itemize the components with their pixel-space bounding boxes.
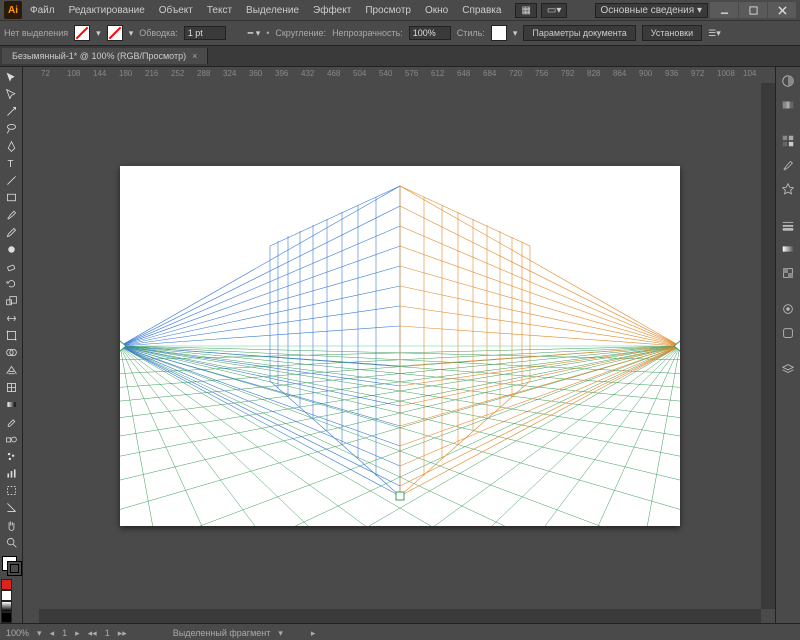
stroke-swatch[interactable] (107, 25, 123, 41)
gradient-panel-icon[interactable] (778, 239, 798, 259)
options-bar: Нет выделения ▾ ▾ Обводка: ━ ▾ • Скругле… (0, 20, 800, 46)
app-logo: Ai (4, 1, 22, 19)
vertical-scrollbar[interactable] (761, 83, 775, 609)
menubar: Ai Файл Редактирование Объект Текст Выде… (0, 0, 800, 20)
appearance-panel-icon[interactable] (778, 299, 798, 319)
arrange-icon[interactable]: ▭▾ (541, 3, 567, 18)
panel-dock (775, 67, 800, 623)
fill-swatch[interactable] (74, 25, 90, 41)
type-tool[interactable]: T (1, 155, 21, 171)
menu-window[interactable]: Окно (419, 3, 454, 18)
zoom-tool[interactable] (1, 534, 21, 550)
corner-label: Скругление: (275, 28, 326, 38)
rectangle-tool[interactable] (1, 190, 21, 206)
style-swatch[interactable] (491, 25, 507, 41)
svg-text:T: T (7, 159, 13, 170)
horizontal-scrollbar[interactable] (39, 609, 761, 623)
menu-file[interactable]: Файл (24, 3, 61, 18)
bridge-icon[interactable]: ▦ (515, 3, 536, 18)
document-tab-title: Безымянный-1* @ 100% (RGB/Просмотр) (12, 51, 186, 61)
pen-tool[interactable] (1, 138, 21, 154)
lasso-tool[interactable] (1, 121, 21, 137)
color-guide-panel-icon[interactable] (778, 95, 798, 115)
fill-stroke-control[interactable] (1, 555, 21, 577)
selection-tool[interactable] (1, 69, 21, 85)
artboard-tool[interactable] (1, 483, 21, 499)
menu-edit[interactable]: Редактирование (63, 3, 151, 18)
free-transform-tool[interactable] (1, 328, 21, 344)
stroke-label: Обводка: (139, 28, 178, 38)
menu-view[interactable]: Просмотр (359, 3, 417, 18)
zoom-level[interactable]: 100% (6, 628, 29, 638)
perspective-grid-tool[interactable] (1, 362, 21, 378)
vertical-ruler[interactable] (23, 83, 40, 609)
close-button[interactable] (768, 2, 796, 18)
slice-tool[interactable] (1, 500, 21, 516)
color-mode-toggles[interactable] (1, 579, 21, 623)
document-settings-button[interactable]: Параметры документа (523, 25, 635, 41)
column-graph-tool[interactable] (1, 465, 21, 481)
rotate-tool[interactable] (1, 276, 21, 292)
opacity-label: Непрозрачность: (332, 28, 403, 38)
artboard-nav-total: 1 (105, 628, 110, 638)
menu-text[interactable]: Текст (201, 3, 238, 18)
pencil-tool[interactable] (1, 224, 21, 240)
artboard-nav-current[interactable]: 1 (62, 628, 67, 638)
paintbrush-tool[interactable] (1, 207, 21, 223)
menu-object[interactable]: Объект (153, 3, 199, 18)
menu-select[interactable]: Выделение (240, 3, 305, 18)
canvas-stage[interactable] (39, 83, 761, 609)
blob-brush-tool[interactable] (1, 241, 21, 257)
magic-wand-tool[interactable] (1, 103, 21, 119)
toolbox: T (0, 67, 23, 623)
width-tool[interactable] (1, 310, 21, 326)
symbols-panel-icon[interactable] (778, 179, 798, 199)
brushes-panel-icon[interactable] (778, 155, 798, 175)
maximize-button[interactable] (739, 2, 767, 18)
shape-builder-tool[interactable] (1, 345, 21, 361)
graphic-styles-panel-icon[interactable] (778, 323, 798, 343)
scale-tool[interactable] (1, 293, 21, 309)
eyedropper-tool[interactable] (1, 414, 21, 430)
document-tab[interactable]: Безымянный-1* @ 100% (RGB/Просмотр) × (2, 48, 208, 64)
status-fragment: Выделенный фрагмент (173, 628, 271, 638)
color-panel-icon[interactable] (778, 71, 798, 91)
workspace-switcher[interactable]: Основные сведения ▾ (595, 3, 709, 18)
menu-effect[interactable]: Эффект (307, 3, 357, 18)
line-tool[interactable] (1, 172, 21, 188)
document-tabbar: Безымянный-1* @ 100% (RGB/Просмотр) × (0, 46, 800, 67)
canvas-area: 7210814418021625228832436039643246850454… (23, 67, 775, 623)
mesh-tool[interactable] (1, 379, 21, 395)
direct-selection-tool[interactable] (1, 86, 21, 102)
close-tab-icon[interactable]: × (192, 51, 197, 61)
minimize-button[interactable] (710, 2, 738, 18)
preferences-button[interactable]: Установки (642, 25, 702, 41)
transparency-panel-icon[interactable] (778, 263, 798, 283)
blend-tool[interactable] (1, 431, 21, 447)
horizontal-ruler[interactable]: 7210814418021625228832436039643246850454… (23, 67, 761, 84)
eraser-tool[interactable] (1, 259, 21, 275)
artboard[interactable] (120, 166, 680, 526)
no-selection-label: Нет выделения (4, 28, 68, 38)
stroke-size-input[interactable] (184, 26, 226, 40)
opacity-input[interactable] (409, 26, 451, 40)
menu-help[interactable]: Справка (456, 3, 507, 18)
layers-panel-icon[interactable] (778, 359, 798, 379)
symbol-sprayer-tool[interactable] (1, 448, 21, 464)
gradient-tool[interactable] (1, 396, 21, 412)
hand-tool[interactable] (1, 517, 21, 533)
swatches-panel-icon[interactable] (778, 131, 798, 151)
style-label: Стиль: (457, 28, 485, 38)
stroke-panel-icon[interactable] (778, 215, 798, 235)
status-bar: 100%▾ ◂1▸ ◂◂1▸▸ Выделенный фрагмент ▾▸ (0, 623, 800, 640)
